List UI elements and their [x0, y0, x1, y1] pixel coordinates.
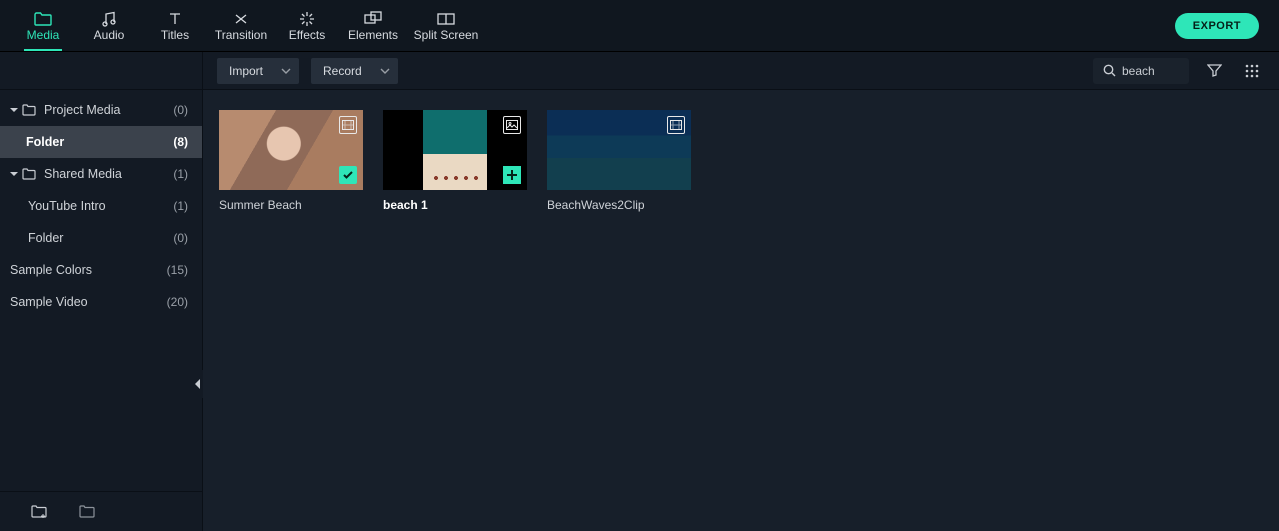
tree-count: (1) — [173, 167, 188, 181]
grid-icon — [1245, 64, 1259, 78]
search-box[interactable] — [1093, 58, 1189, 84]
sidebar-collapse-handle[interactable] — [193, 370, 203, 398]
chevron-down-icon — [281, 68, 291, 74]
import-dropdown[interactable]: Import — [217, 58, 299, 84]
top-tab-bar: Media Audio Titles Transition Effects — [0, 0, 1279, 52]
tree-node-sample-video[interactable]: Sample Video (20) — [0, 286, 202, 318]
tab-label: Titles — [161, 28, 189, 42]
tab-split-screen[interactable]: Split Screen — [406, 0, 486, 51]
sparkle-icon — [298, 10, 316, 28]
tab-label: Audio — [94, 28, 125, 42]
video-type-icon — [339, 116, 357, 134]
export-button[interactable]: EXPORT — [1175, 13, 1259, 39]
folder-icon — [79, 505, 95, 518]
media-caption: Summer Beach — [219, 198, 363, 212]
transition-icon — [232, 10, 250, 28]
search-input[interactable] — [1122, 64, 1178, 78]
tree-label: YouTube Intro — [28, 199, 106, 213]
tab-label: Transition — [215, 28, 267, 42]
media-caption: beach 1 — [383, 198, 527, 212]
video-type-icon — [667, 116, 685, 134]
split-screen-icon — [437, 10, 455, 28]
tree-node-sample-colors[interactable]: Sample Colors (15) — [0, 254, 202, 286]
media-thumbnail — [219, 110, 363, 190]
media-thumbnail — [383, 110, 527, 190]
twisty-down-icon — [8, 170, 20, 178]
new-folder-button[interactable] — [26, 499, 52, 525]
tree-node-shared-media[interactable]: Shared Media (1) — [0, 158, 202, 190]
tree-count: (0) — [173, 231, 188, 245]
tree-count: (15) — [167, 263, 188, 277]
folder-icon — [22, 104, 38, 116]
folder-plus-icon — [31, 505, 47, 518]
media-tree: Project Media (0) Folder (8) Shared Medi… — [0, 90, 202, 491]
tab-titles[interactable]: Titles — [142, 0, 208, 51]
search-icon — [1103, 64, 1116, 77]
twisty-down-icon — [8, 106, 20, 114]
tab-effects[interactable]: Effects — [274, 0, 340, 51]
tree-count: (20) — [167, 295, 188, 309]
tab-media[interactable]: Media — [10, 0, 76, 51]
filter-button[interactable] — [1201, 58, 1227, 84]
folder-icon — [22, 168, 38, 180]
media-thumbnail — [547, 110, 691, 190]
chevron-left-icon — [195, 379, 201, 389]
music-icon — [100, 10, 118, 28]
selected-check-icon — [339, 166, 357, 184]
chevron-down-icon — [380, 68, 390, 74]
toolbar-sidebar-spacer — [0, 52, 203, 89]
import-label: Import — [229, 64, 263, 78]
tree-label: Folder — [28, 231, 63, 245]
tree-node-project-media[interactable]: Project Media (0) — [0, 94, 202, 126]
record-dropdown[interactable]: Record — [311, 58, 398, 84]
tree-label: Sample Video — [10, 295, 88, 309]
tree-label: Project Media — [44, 103, 120, 117]
image-type-icon — [503, 116, 521, 134]
media-caption: BeachWaves2Clip — [547, 198, 691, 212]
record-label: Record — [323, 64, 362, 78]
tree-label: Sample Colors — [10, 263, 92, 277]
folder-icon — [34, 10, 52, 28]
tab-label: Elements — [348, 28, 398, 42]
tree-label: Shared Media — [44, 167, 122, 181]
media-card[interactable]: beach 1 — [383, 110, 527, 212]
tree-count: (1) — [173, 199, 188, 213]
media-grid-area: Summer Beach beach 1 — [203, 90, 1279, 531]
tree-count: (8) — [173, 135, 188, 149]
sidebar-footer — [0, 491, 202, 531]
tab-label: Media — [27, 28, 60, 42]
view-grid-button[interactable] — [1239, 58, 1265, 84]
tab-elements[interactable]: Elements — [340, 0, 406, 51]
tab-label: Effects — [289, 28, 325, 42]
tab-label: Split Screen — [414, 28, 479, 42]
toolbar: Import Record — [0, 52, 1279, 90]
filter-icon — [1207, 63, 1222, 78]
tab-transition[interactable]: Transition — [208, 0, 274, 51]
add-to-timeline-button[interactable] — [503, 166, 521, 184]
media-card[interactable]: Summer Beach — [219, 110, 363, 212]
sidebar: Project Media (0) Folder (8) Shared Medi… — [0, 90, 203, 531]
tree-node-folder[interactable]: Folder (0) — [0, 222, 202, 254]
tree-count: (0) — [173, 103, 188, 117]
tab-audio[interactable]: Audio — [76, 0, 142, 51]
tree-node-folder-selected[interactable]: Folder (8) — [0, 126, 202, 158]
tree-label: Folder — [26, 135, 64, 149]
text-icon — [166, 10, 184, 28]
open-folder-button[interactable] — [74, 499, 100, 525]
shapes-icon — [364, 10, 382, 28]
media-card[interactable]: BeachWaves2Clip — [547, 110, 691, 212]
tree-node-youtube-intro[interactable]: YouTube Intro (1) — [0, 190, 202, 222]
